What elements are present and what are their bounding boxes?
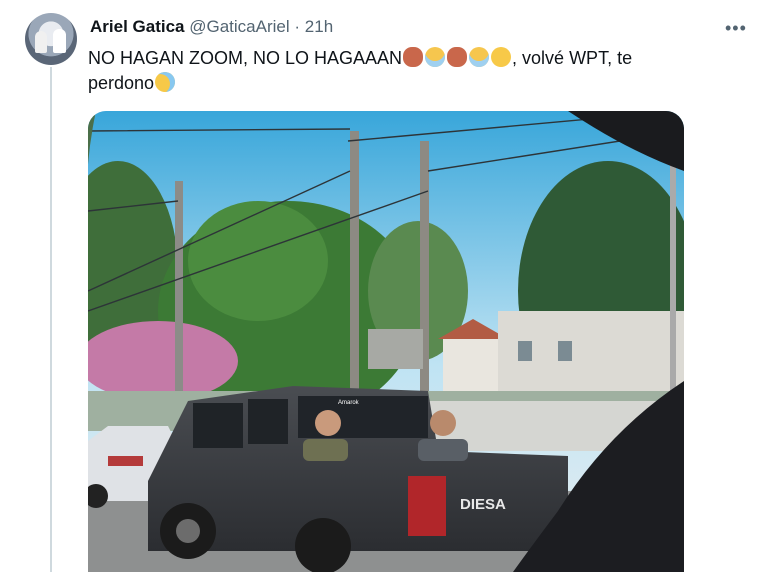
header-separator: ·	[294, 17, 301, 36]
window-sticker-label: Amarok	[338, 400, 360, 406]
screaming-face-icon	[469, 47, 490, 67]
tweet-timestamp[interactable]: 21h	[305, 17, 333, 36]
photo-illustration: DIESA Amarok	[88, 111, 684, 572]
more-options-icon[interactable]: •••	[725, 18, 747, 39]
avatar-person-left	[35, 31, 47, 53]
truck-brand-label: DIESA	[460, 496, 506, 513]
avatar-person-right	[53, 29, 66, 53]
grinning-sweat-face-icon	[491, 47, 512, 67]
author-avatar[interactable]	[25, 13, 77, 65]
screaming-face-icon	[425, 47, 446, 67]
tweet-text-main: NO HAGAN ZOOM, NO LO HAGAAAN	[88, 48, 403, 68]
thread-line	[50, 67, 52, 572]
crying-face-icon	[155, 72, 176, 92]
see-no-evil-monkey-icon	[403, 47, 424, 67]
author-name[interactable]: Ariel Gatica	[90, 17, 185, 36]
see-no-evil-monkey-icon	[447, 47, 468, 67]
tweet-text-tail: , volvé WPT, te	[512, 48, 633, 68]
tweet-header: Ariel Gatica @GaticaAriel · 21h	[90, 16, 333, 38]
tweet-text: NO HAGAN ZOOM, NO LO HAGAAAN , volvé WPT,…	[88, 46, 688, 96]
tweet-photo[interactable]: DIESA Amarok	[88, 111, 684, 572]
author-handle[interactable]: @GaticaAriel	[189, 17, 289, 36]
tweet-text-line2: perdono	[88, 73, 155, 93]
